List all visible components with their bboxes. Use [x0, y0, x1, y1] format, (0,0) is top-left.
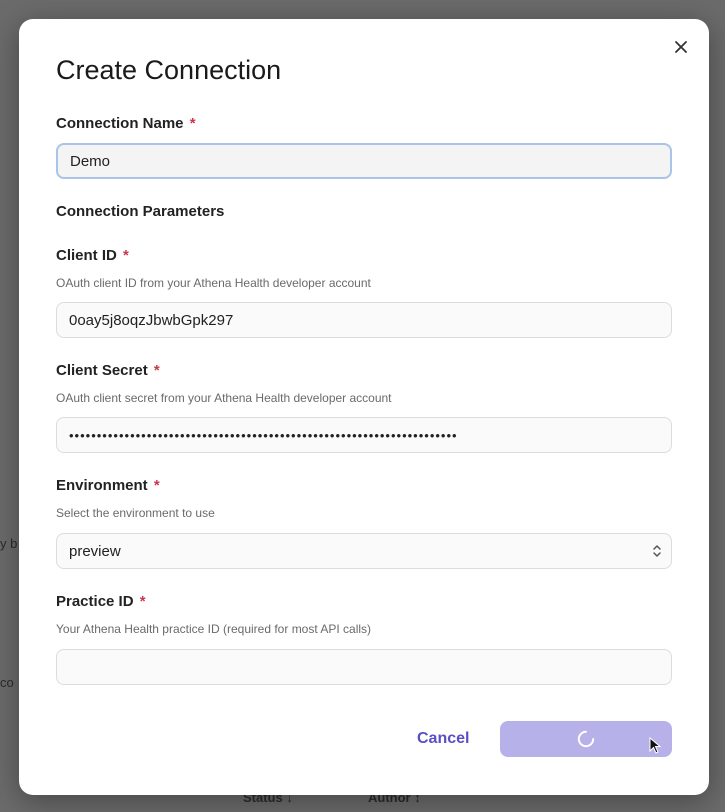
environment-label-text: Environment: [56, 477, 148, 494]
practice-id-label-text: Practice ID: [56, 593, 134, 610]
practice-id-help: Your Athena Health practice ID (required…: [56, 622, 372, 636]
required-mark: *: [139, 593, 146, 610]
practice-id-label: Practice ID *: [56, 593, 146, 610]
client-id-input[interactable]: [56, 302, 672, 338]
required-mark: *: [153, 362, 160, 379]
connection-name-input[interactable]: [56, 143, 672, 179]
client-id-help: OAuth client ID from your Athena Health …: [56, 276, 371, 290]
client-secret-input[interactable]: ••••••••••••••••••••••••••••••••••••••••…: [56, 417, 672, 453]
connection-name-label: Connection Name *: [56, 115, 196, 132]
mouse-pointer-icon: [649, 737, 662, 754]
connection-name-label-text: Connection Name: [56, 115, 184, 132]
client-id-label: Client ID *: [56, 247, 129, 264]
create-button-loading[interactable]: [500, 721, 672, 757]
background-text-fragment: co: [0, 675, 14, 690]
connection-parameters-heading: Connection Parameters: [56, 203, 225, 220]
cancel-button[interactable]: Cancel: [417, 730, 469, 748]
required-mark: *: [153, 477, 160, 494]
environment-help: Select the environment to use: [56, 506, 215, 520]
client-id-label-text: Client ID: [56, 247, 117, 264]
close-button[interactable]: [671, 37, 691, 57]
environment-select-value: preview: [56, 533, 672, 569]
required-mark: *: [123, 247, 129, 264]
client-secret-label-text: Client Secret: [56, 362, 148, 379]
practice-id-input[interactable]: [56, 649, 672, 685]
dialog-title: Create Connection: [56, 55, 282, 85]
client-secret-help: OAuth client secret from your Athena Hea…: [56, 391, 392, 405]
close-icon: [675, 41, 687, 53]
create-connection-dialog: Create Connection Connection Name * Conn…: [19, 19, 709, 795]
spinner-icon: [577, 730, 595, 748]
environment-select[interactable]: preview: [56, 533, 672, 569]
background-text-fragment: y b: [0, 536, 18, 551]
environment-label: Environment *: [56, 477, 160, 494]
required-mark: *: [189, 115, 196, 132]
client-secret-label: Client Secret *: [56, 362, 160, 379]
chevron-up-down-icon: [652, 543, 662, 559]
